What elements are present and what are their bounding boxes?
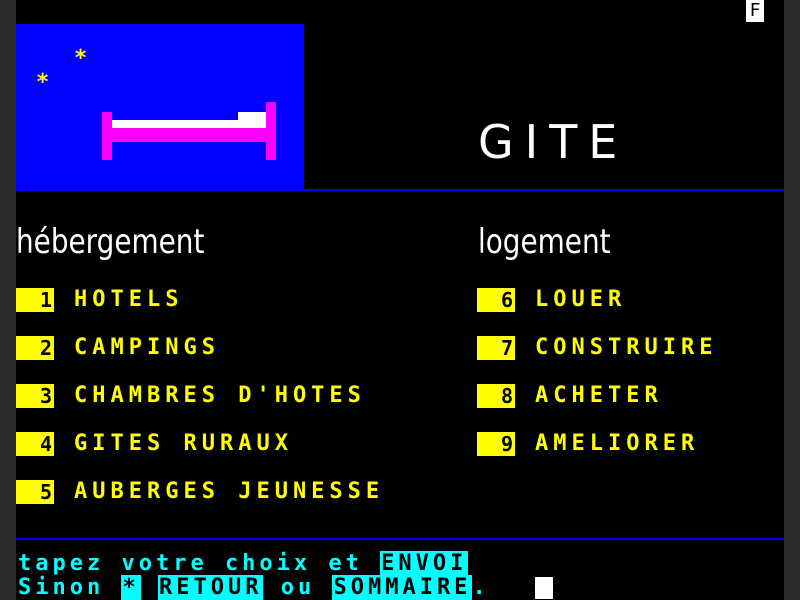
menu-label: AUBERGES JEUNESSE [74, 479, 385, 504]
menu-label: LOUER [535, 287, 627, 312]
menu-label: AMELIORER [535, 431, 700, 456]
bed-pillow [238, 112, 266, 122]
divider-top [16, 189, 784, 191]
star-icon: * [36, 70, 50, 95]
star-key[interactable]: * [121, 575, 141, 600]
menu-number: 2 [16, 336, 54, 360]
bed-headboard [102, 112, 112, 160]
menu-number: 9 [477, 432, 515, 456]
prompt-line-1: tapez votre choix et ENVOI [18, 551, 469, 576]
star-icon: * [74, 46, 88, 71]
prompt-text: tapez votre choix et [18, 551, 363, 576]
menu-label: CAMPINGS [74, 335, 220, 360]
menu-label: CHAMBRES D'HOTES [74, 383, 366, 408]
prompt-or-text: ou [280, 575, 316, 600]
menu-label: CONSTRUIRE [535, 335, 718, 360]
menu-label: GITES RURAUX [74, 431, 293, 456]
retour-key[interactable]: RETOUR [157, 575, 264, 600]
envoi-key[interactable]: ENVOI [380, 551, 469, 576]
prompt-line-2: Sinon * RETOUR ou SOMMAIRE. [18, 575, 490, 600]
divider-bottom [16, 538, 784, 540]
menu-number: 7 [477, 336, 515, 360]
menu-number: 1 [16, 288, 54, 312]
bed-illustration: * * [16, 24, 304, 190]
prompt-end-mark: . [472, 575, 490, 600]
menu-number: 8 [477, 384, 515, 408]
menu-number: 3 [16, 384, 54, 408]
connection-indicator: F [746, 0, 764, 22]
heading-hebergement: hébergement [16, 222, 205, 262]
menu-number: 6 [477, 288, 515, 312]
text-cursor [535, 577, 553, 599]
bed-frame [112, 128, 266, 142]
menu-label: ACHETER [535, 383, 663, 408]
page-title: GITE [478, 115, 629, 169]
heading-logement: logement [478, 222, 611, 262]
menu-number: 5 [16, 480, 54, 504]
prompt-text: Sinon [18, 575, 105, 600]
sommaire-key[interactable]: SOMMAIRE [332, 575, 473, 600]
menu-label: HOTELS [74, 287, 184, 312]
bed-footboard [266, 102, 276, 160]
menu-number: 4 [16, 432, 54, 456]
